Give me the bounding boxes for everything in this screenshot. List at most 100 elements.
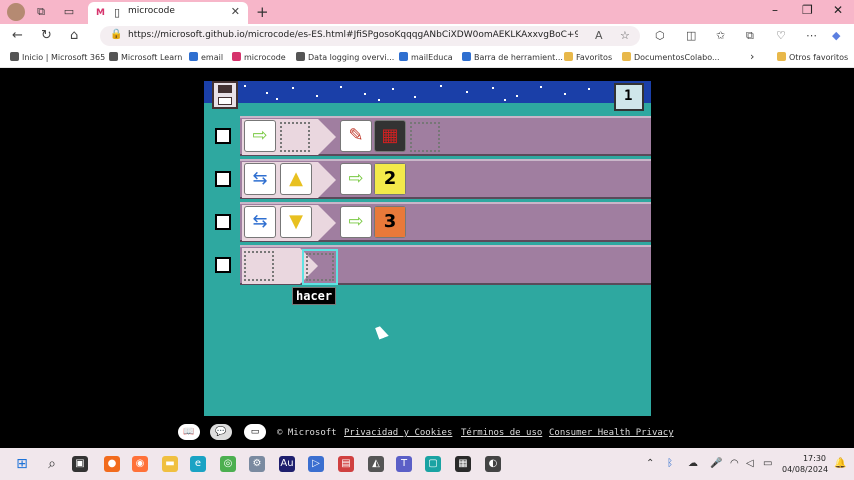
battery-icon[interactable]: ▭ <box>763 458 772 469</box>
bookmark-folder[interactable]: DocumentosColabo... <box>622 52 720 62</box>
profile-avatar[interactable] <box>7 3 25 21</box>
terms-link[interactable]: Términos de uso <box>461 428 542 438</box>
firefox-icon[interactable]: ◉ <box>132 456 148 472</box>
read-aloud-icon[interactable]: A <box>595 29 603 42</box>
bookmark-item[interactable]: Data logging overvi... <box>296 52 394 62</box>
url-text[interactable]: https://microsoft.github.io/microcode/es… <box>128 30 578 40</box>
bookmark-folder[interactable]: Otros favoritos <box>777 52 848 62</box>
selected-do-slot[interactable] <box>302 249 338 285</box>
health-privacy-link[interactable]: Consumer Health Privacy <box>549 428 674 438</box>
save-icon[interactable] <box>212 81 238 109</box>
rule-tile[interactable]: 3 <box>374 206 406 238</box>
tooltip-hacer: hacer <box>292 287 337 305</box>
extension-icon[interactable]: ⬡ <box>655 29 665 42</box>
more-menu-icon[interactable]: ⋯ <box>806 29 817 42</box>
workspaces-icon[interactable]: ⧉ <box>34 5 48 19</box>
rule-tile[interactable]: ⇆ <box>244 206 276 238</box>
speech-bubble-icon[interactable]: 💬 <box>210 424 232 440</box>
edge-icon[interactable]: e <box>190 456 206 472</box>
favorites-icon[interactable]: ✩ <box>716 29 725 42</box>
wifi-icon[interactable]: ◠ <box>730 458 739 469</box>
page-selector-button[interactable]: 1 <box>614 83 644 111</box>
bookmark-item[interactable]: mailEduca <box>399 52 453 62</box>
app-icon[interactable]: ▷ <box>308 456 324 472</box>
task-view-icon[interactable]: ▣ <box>72 456 88 472</box>
app-icon[interactable]: ● <box>104 456 120 472</box>
rule-tile[interactable]: ⇨ <box>340 206 372 238</box>
paint-icon: ✎ <box>348 125 364 146</box>
chrome-icon[interactable]: ◎ <box>220 456 236 472</box>
address-bar[interactable]: 🔒 https://microsoft.github.io/microcode/… <box>100 26 640 46</box>
back-button[interactable]: ← <box>12 28 23 43</box>
search-icon[interactable]: ⌕ <box>44 456 60 472</box>
microcode-icon <box>232 52 241 61</box>
home-button[interactable]: ⌂ <box>70 28 78 43</box>
rule-tile[interactable]: ▦ <box>374 120 406 152</box>
decrease-icon: ▼ <box>289 211 303 232</box>
close-window-button[interactable]: ✕ <box>833 3 843 17</box>
rule-tile[interactable]: ⇆ <box>244 163 276 195</box>
teams-icon[interactable]: T <box>396 456 412 472</box>
rule-checkbox[interactable] <box>215 171 231 187</box>
favorite-star-icon[interactable]: ☆ <box>620 29 630 42</box>
empty-tile-slot[interactable] <box>410 122 440 152</box>
rule-tile[interactable]: ⇨ <box>244 120 276 152</box>
reload-button[interactable]: ↻ <box>41 28 52 43</box>
rule-checkbox[interactable] <box>215 257 231 273</box>
document-icon[interactable]: ▤ <box>338 456 354 472</box>
empty-when-slot[interactable] <box>244 251 274 281</box>
device-icon[interactable]: ▭ <box>244 424 266 440</box>
settings-icon[interactable]: ⚙ <box>249 456 265 472</box>
bookmark-item[interactable]: Barra de herramient... <box>462 52 563 62</box>
bookmark-folder[interactable]: Favoritos <box>564 52 612 62</box>
minimize-button[interactable]: – <box>772 3 778 17</box>
app-icon[interactable]: ▦ <box>455 456 471 472</box>
split-screen-icon[interactable]: ◫ <box>686 29 696 42</box>
clock[interactable]: 17:30 04/08/2024 <box>782 453 828 475</box>
rule-tile[interactable]: ⇨ <box>340 163 372 195</box>
rule-row[interactable]: ⇆ ▲ ⇨ 2 <box>240 159 651 199</box>
start-page-icon: ⇨ <box>252 125 268 146</box>
onedrive-icon[interactable]: ☁ <box>688 458 698 469</box>
rule-arrow-icon <box>318 162 336 198</box>
rule-tile[interactable]: 2 <box>374 163 406 195</box>
rule-row[interactable]: ⇨ ✎ ▦ <box>240 116 651 156</box>
bookmark-item[interactable]: email <box>189 52 223 62</box>
tab-actions-icon[interactable]: ▭ <box>62 5 76 19</box>
new-tab-button[interactable]: + <box>256 3 269 21</box>
microphone-icon[interactable]: 🎤 <box>710 458 722 469</box>
book-icon[interactable]: 📖 <box>178 424 200 440</box>
browser-essentials-icon[interactable]: ♡ <box>776 29 786 42</box>
rule-checkbox[interactable] <box>215 128 231 144</box>
folder-icon <box>564 52 573 61</box>
tab-close-icon[interactable]: ✕ <box>231 5 240 18</box>
tab-microcode[interactable]: M ▯ microcode ✕ <box>88 2 248 24</box>
file-explorer-icon[interactable]: ▬ <box>162 456 178 472</box>
bookmark-item[interactable]: Microsoft Learn <box>109 52 182 62</box>
empty-tile-slot[interactable] <box>280 122 310 152</box>
audition-icon[interactable]: Au <box>279 456 295 472</box>
restore-button[interactable]: ❐ <box>802 3 813 17</box>
privacy-link[interactable]: Privacidad y Cookies <box>344 428 452 438</box>
rule-checkbox[interactable] <box>215 214 231 230</box>
notifications-icon[interactable]: 🔔 <box>834 458 846 469</box>
rule-tile[interactable]: ▼ <box>280 206 312 238</box>
clock-time: 17:30 <box>802 454 826 463</box>
bluetooth-icon[interactable]: ᛒ <box>667 458 673 469</box>
bookmarks-more-button[interactable]: › <box>750 50 754 63</box>
volume-icon[interactable]: ◁ <box>746 458 754 469</box>
app-icon[interactable]: ◐ <box>485 456 501 472</box>
rule-row[interactable]: ⇆ ▼ ⇨ 3 <box>240 202 651 242</box>
collections-icon[interactable]: ⧉ <box>746 29 754 43</box>
tray-chevron-icon[interactable]: ⌃ <box>646 458 654 469</box>
start-icon[interactable]: ⊞ <box>14 456 30 472</box>
rule-tile[interactable]: ✎ <box>340 120 372 152</box>
app-icon[interactable]: ▢ <box>425 456 441 472</box>
rule-row[interactable] <box>240 245 651 285</box>
lock-icon[interactable]: 🔒 <box>110 29 122 40</box>
bookmark-item[interactable]: Inicio | Microsoft 365 <box>10 52 105 62</box>
copilot-icon[interactable]: ◆ <box>832 29 840 42</box>
rule-tile[interactable]: ▲ <box>280 163 312 195</box>
bookmark-item[interactable]: microcode <box>232 52 286 62</box>
app-icon[interactable]: ◭ <box>368 456 384 472</box>
